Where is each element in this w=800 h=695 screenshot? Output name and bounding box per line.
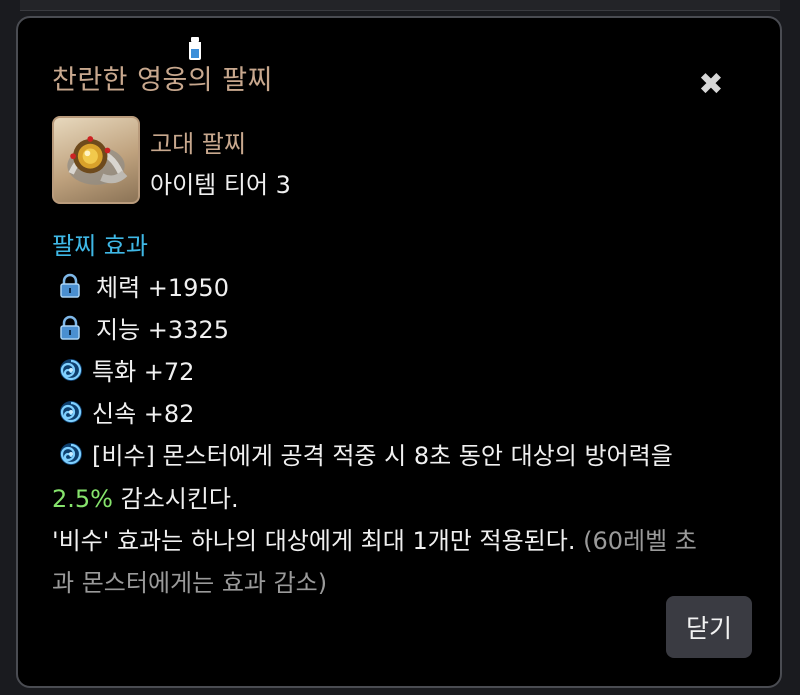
effect-text: 감소시킨다. xyxy=(112,485,239,513)
special-effect-line2: 2.5% 감소시킨다. xyxy=(52,479,239,514)
stat-row-specialization: 특화 +72 xyxy=(58,352,194,387)
background-top-bar xyxy=(20,0,780,11)
swirl-icon xyxy=(60,442,82,465)
stat-text: 체력 +1950 xyxy=(96,274,229,302)
effect-note-line2: 과 몬스터에게는 효과 감소) xyxy=(52,569,328,597)
lock-icon xyxy=(60,273,80,298)
effect-value: 2.5% xyxy=(52,485,113,513)
effects-section-title: 팔찌 효과 xyxy=(52,232,148,260)
special-effect-line1: [비수] 몬스터에게 공격 적중 시 8초 동안 대상의 방어력을 xyxy=(92,442,673,470)
stat-row-swiftness: 신속 +82 xyxy=(58,394,194,429)
swirl-icon xyxy=(60,358,82,381)
item-tier: 아이템 티어 3 xyxy=(150,171,291,199)
item-tooltip-dialog: 찬란한 영웅의 팔찌 ✖ 고대 팔찌 아이템 티어 3 팔찌 효과 체력 +19… xyxy=(16,16,782,688)
stat-text: 신속 +82 xyxy=(92,400,195,428)
special-effect-row: [비수] 몬스터에게 공격 적중 시 8초 동안 대상의 방어력을 xyxy=(58,436,673,471)
special-effect-line3: '비수' 효과는 하나의 대상에게 최대 1개만 적용된다. (60레벨 초 xyxy=(52,521,697,556)
close-icon[interactable]: ✖ xyxy=(696,70,726,100)
stat-row-vitality: 체력 +1950 xyxy=(58,268,229,303)
stat-row-intelligence: 지능 +3325 xyxy=(58,310,229,345)
effect-rule: '비수' 효과는 하나의 대상에게 최대 1개만 적용된다. xyxy=(52,527,576,555)
bracelet-icon xyxy=(52,116,140,204)
lock-icon xyxy=(60,315,80,340)
swirl-icon xyxy=(60,400,82,423)
item-type: 고대 팔찌 xyxy=(150,130,246,158)
close-button[interactable]: 닫기 xyxy=(666,596,752,658)
dialog-title: 찬란한 영웅의 팔찌 xyxy=(52,65,273,96)
stat-text: 특화 +72 xyxy=(92,358,195,386)
stat-text: 지능 +3325 xyxy=(96,316,229,344)
effect-note: (60레벨 초 xyxy=(575,527,697,555)
